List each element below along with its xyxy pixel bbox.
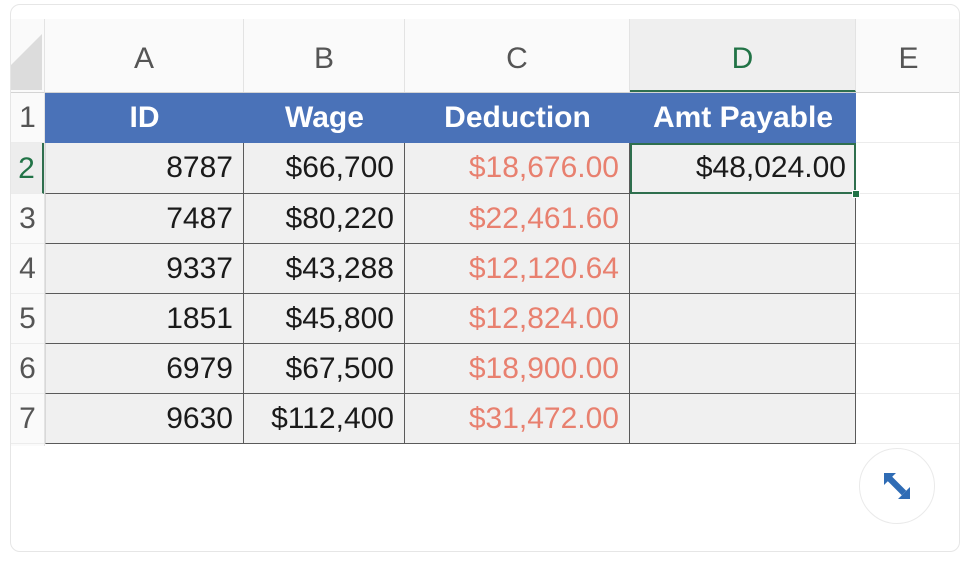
cell-D6[interactable]: [630, 344, 856, 394]
cell-B2[interactable]: $66,700: [244, 143, 405, 194]
cell-B6-text: $67,500: [286, 352, 394, 386]
row-header-6-label: 6: [19, 352, 36, 385]
column-header-e[interactable]: E: [856, 19, 960, 92]
cell-C7[interactable]: $31,472.00: [405, 394, 630, 444]
cell-A6-text: 6979: [166, 352, 233, 386]
row-header-2-label: 2: [18, 152, 35, 185]
cell-E3[interactable]: [856, 194, 960, 244]
expand-diagonal-arrows-icon: [877, 466, 917, 506]
spreadsheet-grid: A B C D E 1 2 3 4 5 6 7 ID Wage Deductio…: [11, 5, 960, 446]
cell-A1-text: ID: [130, 101, 160, 135]
cell-E7[interactable]: [856, 394, 960, 444]
cell-A4-text: 9337: [166, 252, 233, 286]
column-header-d-label: D: [732, 42, 754, 75]
cell-C2-text: $18,676.00: [469, 151, 619, 185]
cell-E6[interactable]: [856, 344, 960, 394]
column-header-c[interactable]: C: [405, 19, 630, 92]
row-header-7[interactable]: 7: [11, 394, 44, 444]
row-header-4[interactable]: 4: [11, 244, 44, 294]
cell-D4[interactable]: [630, 244, 856, 294]
cell-D3[interactable]: [630, 194, 856, 244]
column-header-b[interactable]: B: [244, 19, 405, 92]
column-header-e-label: E: [898, 42, 918, 75]
cell-D5[interactable]: [630, 294, 856, 344]
cell-A1[interactable]: ID: [45, 93, 244, 143]
column-header-a[interactable]: A: [45, 19, 244, 92]
row-header-6[interactable]: 6: [11, 344, 44, 394]
cell-E1[interactable]: [856, 93, 960, 143]
column-header-row: A B C D E: [45, 19, 960, 93]
cell-A6[interactable]: 6979: [45, 344, 244, 394]
cell-A2-text: 8787: [166, 151, 233, 185]
cell-B4-text: $43,288: [286, 252, 394, 286]
row-header-7-label: 7: [19, 402, 36, 435]
cell-C7-text: $31,472.00: [469, 402, 619, 436]
cell-A3-text: 7487: [166, 202, 233, 236]
select-all-triangle-icon: [11, 34, 42, 90]
row-header-5[interactable]: 5: [11, 294, 44, 344]
row-header-2[interactable]: 2: [11, 143, 44, 194]
cell-E2[interactable]: [856, 143, 960, 194]
column-header-d[interactable]: D: [630, 19, 856, 92]
cell-C5-text: $12,824.00: [469, 302, 619, 336]
column-header-c-label: C: [506, 42, 528, 75]
cell-B6[interactable]: $67,500: [244, 344, 405, 394]
cell-B2-text: $66,700: [286, 151, 394, 185]
cell-C2[interactable]: $18,676.00: [405, 143, 630, 194]
cell-area: ID Wage Deduction Amt Payable 8787 $66,7…: [45, 93, 960, 446]
row-header-1-label: 1: [19, 101, 36, 134]
cell-A7[interactable]: 9630: [45, 394, 244, 444]
cell-A7-text: 9630: [166, 402, 233, 436]
cell-C6[interactable]: $18,900.00: [405, 344, 630, 394]
cell-A5[interactable]: 1851: [45, 294, 244, 344]
select-all-corner[interactable]: [11, 19, 45, 93]
spreadsheet-app: A B C D E 1 2 3 4 5 6 7 ID Wage Deductio…: [10, 4, 960, 552]
column-header-b-label: B: [314, 42, 334, 75]
row-header-column: 1 2 3 4 5 6 7: [11, 93, 45, 446]
cell-A5-text: 1851: [166, 302, 233, 336]
row-header-4-label: 4: [19, 252, 36, 285]
cell-A4[interactable]: 9337: [45, 244, 244, 294]
cell-B5[interactable]: $45,800: [244, 294, 405, 344]
cell-B1[interactable]: Wage: [244, 93, 405, 143]
cell-C6-text: $18,900.00: [469, 352, 619, 386]
cell-D1-text: Amt Payable: [653, 101, 833, 135]
cell-A2[interactable]: 8787: [45, 143, 244, 194]
cell-D2-text: $48,024.00: [696, 151, 846, 185]
cell-B1-text: Wage: [285, 101, 364, 135]
cell-B4[interactable]: $43,288: [244, 244, 405, 294]
row-header-1[interactable]: 1: [11, 93, 44, 143]
cell-E4[interactable]: [856, 244, 960, 294]
cell-D1[interactable]: Amt Payable: [630, 93, 856, 143]
fill-handle[interactable]: [852, 190, 860, 198]
cell-B3-text: $80,220: [286, 202, 394, 236]
cell-B7[interactable]: $112,400: [244, 394, 405, 444]
column-header-a-label: A: [134, 42, 154, 75]
cell-C1[interactable]: Deduction: [405, 93, 630, 143]
cell-B5-text: $45,800: [286, 302, 394, 336]
cell-A3[interactable]: 7487: [45, 194, 244, 244]
cell-B7-text: $112,400: [271, 402, 394, 436]
cell-C3-text: $22,461.60: [469, 202, 619, 236]
cell-D7[interactable]: [630, 394, 856, 444]
cell-B3[interactable]: $80,220: [244, 194, 405, 244]
row-header-5-label: 5: [19, 302, 36, 335]
expand-button[interactable]: [859, 448, 935, 524]
cell-C1-text: Deduction: [444, 101, 591, 135]
cell-D2[interactable]: $48,024.00: [630, 143, 856, 194]
cell-C4[interactable]: $12,120.64: [405, 244, 630, 294]
row-header-3[interactable]: 3: [11, 194, 44, 244]
cell-E5[interactable]: [856, 294, 960, 344]
cell-C5[interactable]: $12,824.00: [405, 294, 630, 344]
cell-C3[interactable]: $22,461.60: [405, 194, 630, 244]
cell-C4-text: $12,120.64: [469, 252, 619, 286]
row-header-3-label: 3: [19, 202, 36, 235]
